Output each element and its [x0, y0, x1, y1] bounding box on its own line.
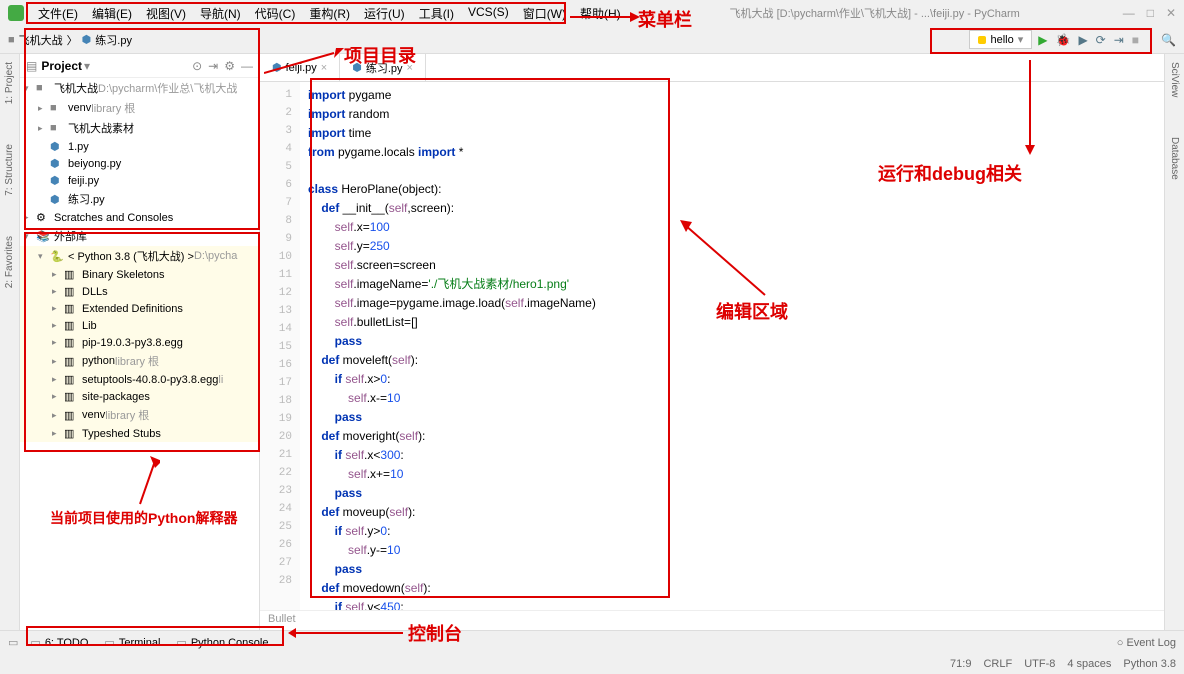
project-panel-header: ▤ Project ▾ ⊙ ⇥ ⚙ —: [20, 54, 259, 78]
run-config-selector[interactable]: hello ▾: [969, 30, 1032, 49]
event-log-button[interactable]: ○ Event Log: [1117, 637, 1176, 649]
show-status-icon[interactable]: ▭: [8, 636, 18, 649]
tree-item[interactable]: ⬢feiji.py: [20, 172, 259, 189]
project-panel: ▤ Project ▾ ⊙ ⇥ ⚙ — ▾■飞机大战 D:\pycharm\作业…: [20, 54, 260, 630]
tree-item[interactable]: ▸▥python library 根: [20, 351, 259, 371]
tab-structure[interactable]: 7: Structure: [4, 144, 15, 196]
status-indent[interactable]: 4 spaces: [1067, 658, 1111, 670]
run-toolbar: hello ▾ ▶ 🐞 ▶ ⟳ ⇥ ■ 🔍: [969, 30, 1176, 49]
tree-item[interactable]: ▸▥Binary Skeletons: [20, 266, 259, 283]
editor-tab[interactable]: ⬢feiji.py ×: [260, 54, 340, 81]
line-gutter: 1234567891011121314151617181920212223242…: [260, 82, 300, 610]
menu-item[interactable]: 代码(C): [249, 3, 302, 24]
menu-item[interactable]: 编辑(E): [86, 3, 138, 24]
menu-item[interactable]: 文件(E): [32, 3, 84, 24]
tree-item[interactable]: ▸▥Lib: [20, 317, 259, 334]
run-icon[interactable]: ▶: [1038, 33, 1047, 47]
editor-tabs: ⬢feiji.py ×⬢练习.py ×: [260, 54, 1164, 82]
tab-favorites[interactable]: 2: Favorites: [4, 236, 15, 288]
code-crumb[interactable]: Bullet: [260, 610, 1164, 630]
navigation-bar: ■ 飞机大战 〉 ⬢ 练习.py hello ▾ ▶ 🐞 ▶ ⟳ ⇥ ■ 🔍: [0, 26, 1184, 54]
status-encoding[interactable]: UTF-8: [1024, 658, 1055, 670]
status-position[interactable]: 71:9: [950, 658, 971, 670]
menu-item[interactable]: 帮助(H): [574, 3, 627, 24]
tree-item[interactable]: ▸▥Typeshed Stubs: [20, 425, 259, 442]
menu-item[interactable]: 视图(V): [140, 3, 192, 24]
status-eol[interactable]: CRLF: [983, 658, 1012, 670]
window-title: 飞机大战 [D:\pycharm\作业\飞机大战] - ...\feiji.py…: [730, 5, 1020, 21]
hide-icon[interactable]: —: [241, 59, 253, 73]
close-icon[interactable]: ✕: [1166, 6, 1176, 20]
menu-item[interactable]: 窗口(W): [517, 3, 572, 24]
tree-item[interactable]: ▸▥setuptools-40.8.0-py3.8.egg li: [20, 371, 259, 388]
tab-project[interactable]: 1: Project: [4, 62, 15, 104]
tree-item[interactable]: ⬢beiyong.py: [20, 155, 259, 172]
stop-icon[interactable]: ■: [1132, 33, 1139, 47]
status-bar-2: 71:9 CRLF UTF-8 4 spaces Python 3.8: [0, 654, 1184, 674]
titlebar: 文件(E)编辑(E)视图(V)导航(N)代码(C)重构(R)运行(U)工具(I)…: [0, 0, 1184, 26]
window-controls: — □ ✕: [1123, 6, 1176, 20]
right-toolwindow-bar: SciView Database: [1164, 54, 1184, 630]
tree-item[interactable]: ▸▥Extended Definitions: [20, 300, 259, 317]
coverage-icon[interactable]: ▶: [1078, 33, 1087, 47]
project-tree[interactable]: ▾■飞机大战 D:\pycharm\作业总\飞机大战▸■venv library…: [20, 78, 259, 630]
settings-icon[interactable]: ⚙: [224, 59, 235, 73]
editor-tab[interactable]: ⬢练习.py ×: [340, 54, 426, 81]
minimize-icon[interactable]: —: [1123, 6, 1135, 20]
app-icon: [8, 5, 24, 21]
tree-item[interactable]: ▸⚙Scratches and Consoles: [20, 209, 259, 226]
bottom-tool[interactable]: ▭ Python Console: [176, 636, 268, 649]
tree-item[interactable]: ▸▥venv library 根: [20, 405, 259, 425]
left-toolwindow-bar: 1: Project 7: Structure 2: Favorites: [0, 54, 20, 630]
maximize-icon[interactable]: □: [1147, 6, 1154, 20]
tree-item[interactable]: ▸■venv library 根: [20, 98, 259, 118]
status-python[interactable]: Python 3.8: [1123, 658, 1176, 670]
tree-item[interactable]: ▾📚外部库: [20, 226, 259, 246]
status-bar: ▭ ▭ 6: TODO ▭ Terminal ▭ Python Console ○ …: [0, 630, 1184, 654]
tree-item[interactable]: ▸▥pip-19.0.3-py3.8.egg: [20, 334, 259, 351]
breadcrumb[interactable]: ■ 飞机大战 〉 ⬢ 练习.py: [8, 32, 132, 48]
tree-item[interactable]: ⬢1.py: [20, 138, 259, 155]
menu-item[interactable]: 运行(U): [358, 3, 411, 24]
tree-item[interactable]: ▸■飞机大战素材: [20, 118, 259, 138]
attach-icon[interactable]: ⇥: [1114, 33, 1124, 47]
collapse-icon[interactable]: ⊙: [192, 59, 202, 73]
tree-item[interactable]: ▾■飞机大战 D:\pycharm\作业总\飞机大战: [20, 78, 259, 98]
bottom-tool[interactable]: ▭ 6: TODO: [30, 636, 88, 649]
menu-item[interactable]: 导航(N): [194, 3, 247, 24]
profile-icon[interactable]: ⟳: [1096, 33, 1106, 47]
tree-item[interactable]: ⬢练习.py: [20, 189, 259, 209]
run-icons: ▶ 🐞 ▶ ⟳ ⇥ ■: [1038, 33, 1139, 47]
code-editor[interactable]: import pygame import random import time …: [300, 82, 1164, 610]
debug-icon[interactable]: 🐞: [1055, 33, 1070, 47]
bottom-tool[interactable]: ▭ Terminal: [104, 636, 160, 649]
tab-database[interactable]: Database: [1169, 137, 1180, 180]
menu-item[interactable]: 重构(R): [303, 3, 356, 24]
menu-item[interactable]: VCS(S): [462, 3, 515, 24]
expand-icon[interactable]: ⇥: [208, 59, 218, 73]
tree-item[interactable]: ▸▥site-packages: [20, 388, 259, 405]
menubar: 文件(E)编辑(E)视图(V)导航(N)代码(C)重构(R)运行(U)工具(I)…: [32, 3, 627, 24]
menu-item[interactable]: 工具(I): [413, 3, 460, 24]
project-panel-title: Project: [41, 59, 82, 73]
search-icon[interactable]: 🔍: [1161, 33, 1176, 47]
editor-area: ⬢feiji.py ×⬢练习.py × 12345678910111213141…: [260, 54, 1164, 630]
tab-sciview[interactable]: SciView: [1169, 62, 1180, 97]
tree-item[interactable]: ▾🐍< Python 3.8 (飞机大战) > D:\pycha: [20, 246, 259, 266]
tree-item[interactable]: ▸▥DLLs: [20, 283, 259, 300]
